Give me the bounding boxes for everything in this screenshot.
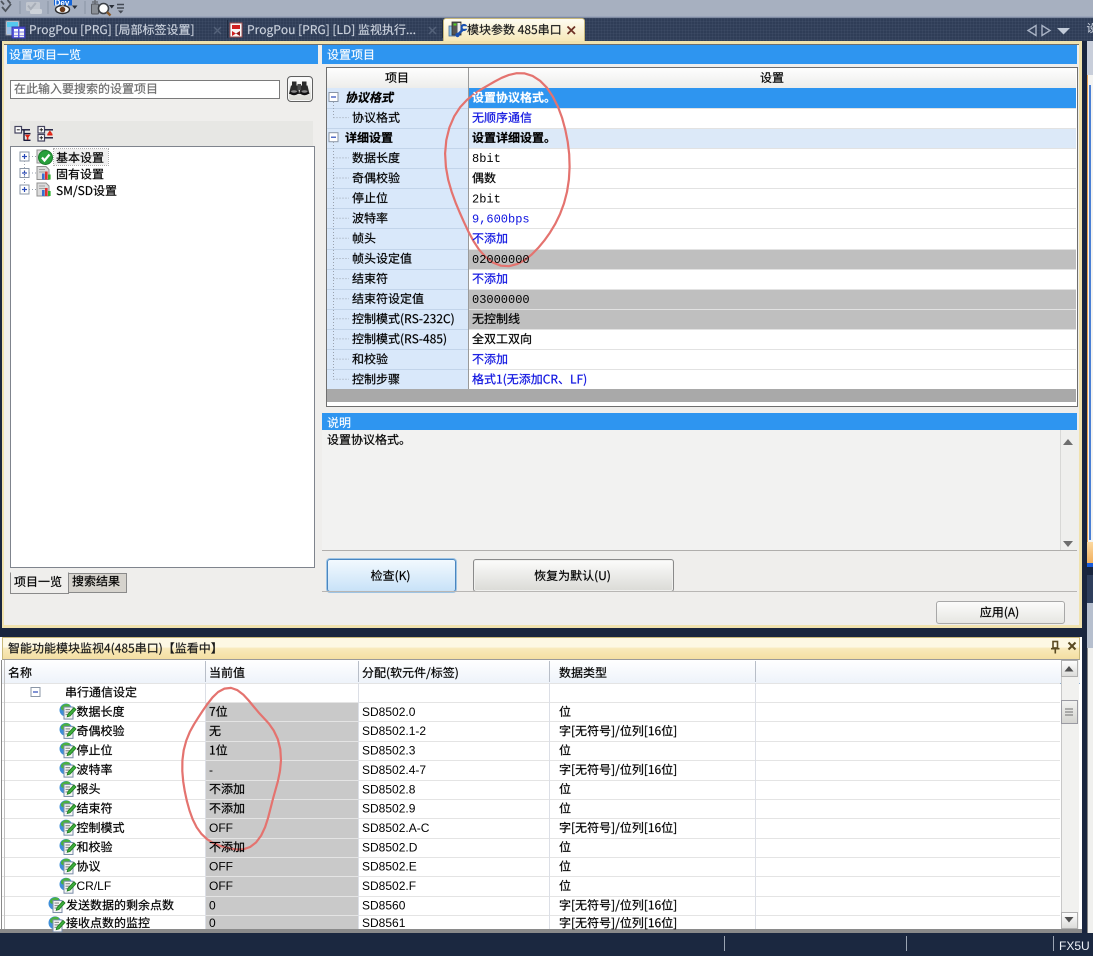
svg-text:SD8560: SD8560 <box>362 898 406 912</box>
svg-text:9,600bps: 9,600bps <box>472 213 530 227</box>
svg-text:0: 0 <box>209 898 216 912</box>
svg-text:SD8502.9: SD8502.9 <box>362 802 416 816</box>
svg-text:OFF: OFF <box>209 879 233 893</box>
svg-text:02000000: 02000000 <box>472 253 530 267</box>
svg-text:Dev: Dev <box>55 0 70 8</box>
svg-text:OFF: OFF <box>209 821 233 835</box>
svg-text:SD8502.F: SD8502.F <box>362 879 416 893</box>
svg-text:SD8502.D: SD8502.D <box>362 840 418 854</box>
svg-text:SD8502.8: SD8502.8 <box>362 782 416 796</box>
svg-text:OFF: OFF <box>209 860 233 874</box>
svg-text:0: 0 <box>209 916 216 930</box>
svg-text:SD8502.3: SD8502.3 <box>362 744 416 758</box>
svg-text:SD8502.A-C: SD8502.A-C <box>362 821 430 835</box>
svg-text:FX5U: FX5U <box>1059 939 1090 953</box>
svg-text:SD8502.1-2: SD8502.1-2 <box>362 724 426 738</box>
svg-text:SD8502.4-7: SD8502.4-7 <box>362 763 426 777</box>
svg-text:SD8561: SD8561 <box>362 916 406 930</box>
svg-text:2bit: 2bit <box>472 192 501 206</box>
svg-text:SD8502.E: SD8502.E <box>362 860 417 874</box>
svg-text:8bit: 8bit <box>472 152 501 166</box>
svg-text:-: - <box>209 763 213 777</box>
svg-text:CR/LF: CR/LF <box>77 879 112 893</box>
svg-text:03000000: 03000000 <box>472 293 530 307</box>
svg-text:SD8502.0: SD8502.0 <box>362 705 416 719</box>
